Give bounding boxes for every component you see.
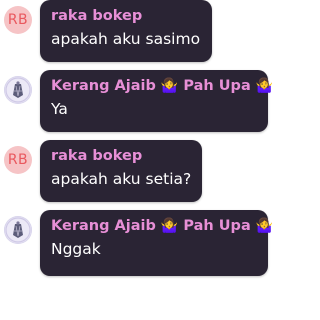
shell-icon[interactable] (4, 216, 32, 244)
chat-message: RB raka bokep apakah aku sasimo (0, 0, 270, 68)
sender-name-text: raka bokep (51, 8, 143, 24)
sender-name-text: Kerang Ajaib (51, 218, 156, 234)
shell-icon[interactable] (4, 76, 32, 104)
message-bubble: raka bokep apakah aku setia? (40, 140, 202, 202)
sender-name-text: Kerang Ajaib (51, 78, 156, 94)
shrug-emoji-icon: 🤷‍♀️ (255, 218, 274, 234)
sender-name[interactable]: raka bokep (51, 7, 201, 25)
message-bubble: Kerang Ajaib 🤷‍♀️ Pah Upa 🤷‍♀️ Ya (40, 70, 273, 132)
message-bubble: Kerang Ajaib 🤷‍♀️ Pah Upa 🤷‍♀️ Nggak (40, 210, 273, 276)
chat-message: RB raka bokep apakah aku setia? (0, 140, 270, 208)
avatar[interactable]: RB (4, 6, 32, 34)
chat-log: RB raka bokep apakah aku sasimo Kerang A… (0, 0, 273, 320)
message-text: apakah aku sasimo (51, 30, 201, 48)
message-text: Nggak (51, 240, 101, 258)
shrug-emoji-icon: 🤷‍♀️ (160, 218, 179, 234)
avatar[interactable]: RB (4, 146, 32, 174)
message-bubble: raka bokep apakah aku sasimo (40, 0, 212, 62)
message-text: apakah aku setia? (51, 170, 192, 188)
sender-name[interactable]: Kerang Ajaib 🤷‍♀️ Pah Upa 🤷‍♀️ (51, 217, 273, 235)
sender-name-text: raka bokep (51, 148, 143, 164)
chat-message: Kerang Ajaib 🤷‍♀️ Pah Upa 🤷‍♀️ Ya (0, 70, 273, 138)
sender-name-text-part2: Pah Upa (183, 218, 251, 234)
sender-name[interactable]: Kerang Ajaib 🤷‍♀️ Pah Upa 🤷‍♀️ (51, 77, 273, 95)
message-text: Ya (51, 100, 68, 118)
sender-name[interactable]: raka bokep (51, 147, 191, 165)
shrug-emoji-icon: 🤷‍♀️ (160, 78, 179, 94)
chat-message: Kerang Ajaib 🤷‍♀️ Pah Upa 🤷‍♀️ Nggak (0, 210, 273, 278)
shrug-emoji-icon: 🤷‍♀️ (255, 78, 274, 94)
sender-name-text-part2: Pah Upa (183, 78, 251, 94)
